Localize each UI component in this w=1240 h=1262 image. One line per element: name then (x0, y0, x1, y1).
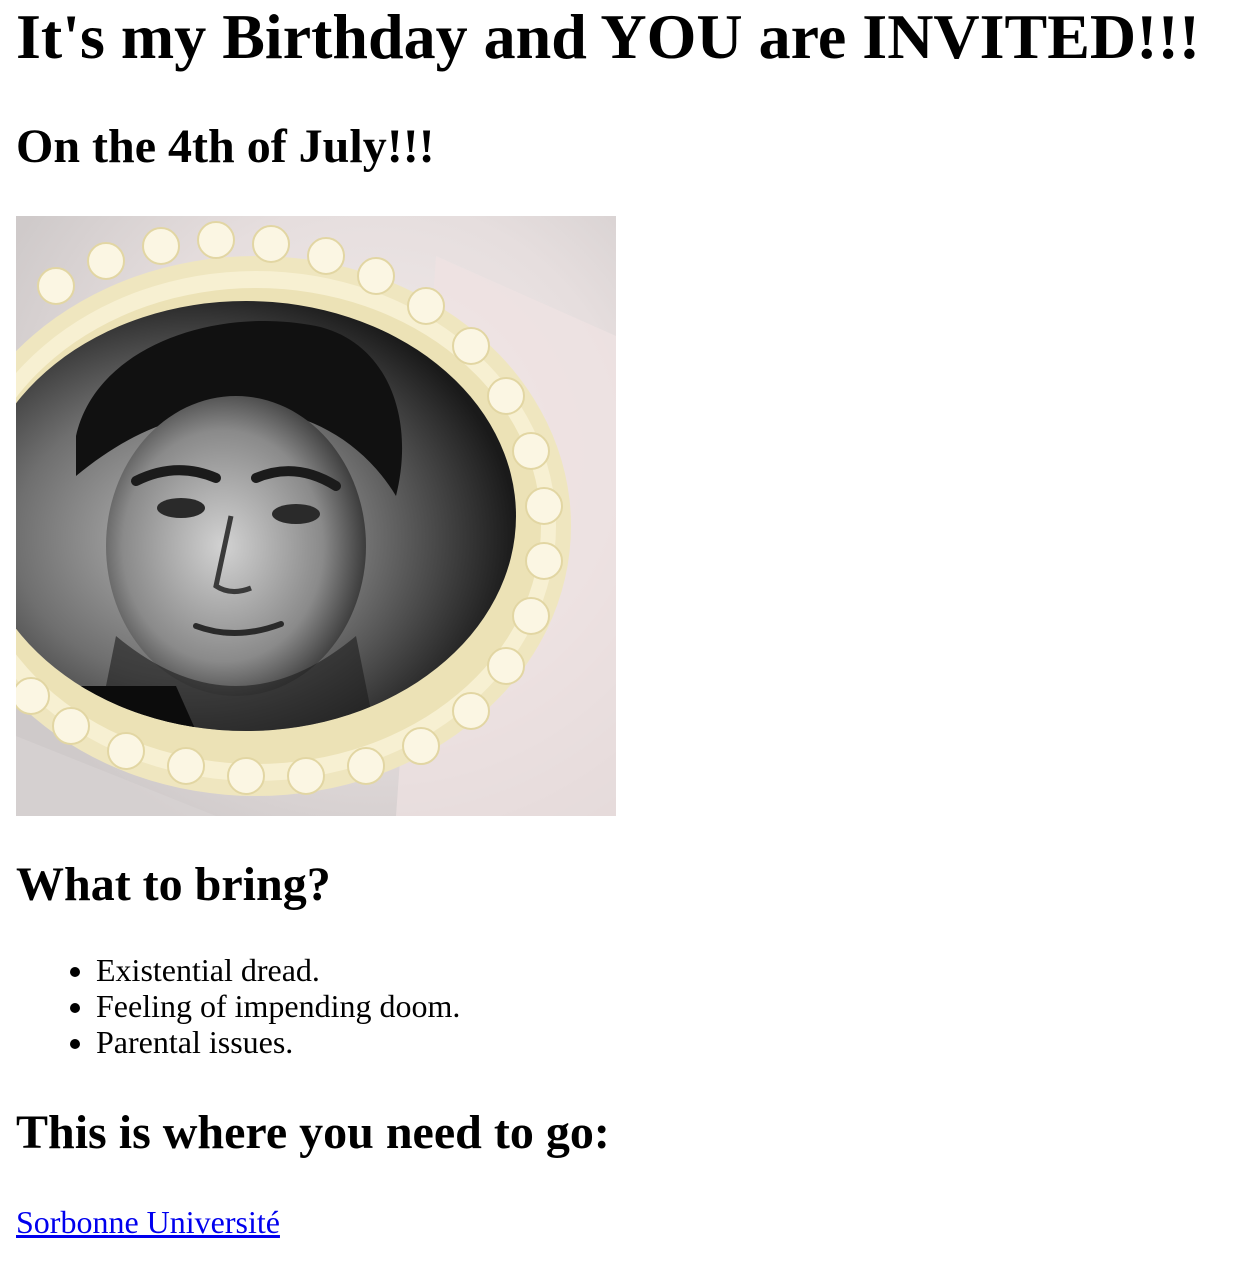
location-row: Sorbonne Université (16, 1204, 1224, 1240)
bring-list: Existential dread. Feeling of impending … (16, 952, 1224, 1060)
page-title: It's my Birthday and YOU are INVITED!!! (16, 1, 1201, 72)
list-item: Parental issues. (96, 1024, 1224, 1060)
birthday-cake-photo (16, 216, 616, 816)
list-item: Feeling of impending doom. (96, 988, 1224, 1024)
list-item: Existential dread. (96, 952, 1224, 988)
what-to-bring-heading: What to bring? (16, 858, 331, 911)
location-heading: This is where you need to go: (16, 1106, 610, 1159)
invitation-page: It's my Birthday and YOU are INVITED!!! … (0, 0, 1240, 1240)
location-link[interactable]: Sorbonne Université (16, 1204, 280, 1240)
date-heading: On the 4th of July!!! (16, 120, 435, 173)
